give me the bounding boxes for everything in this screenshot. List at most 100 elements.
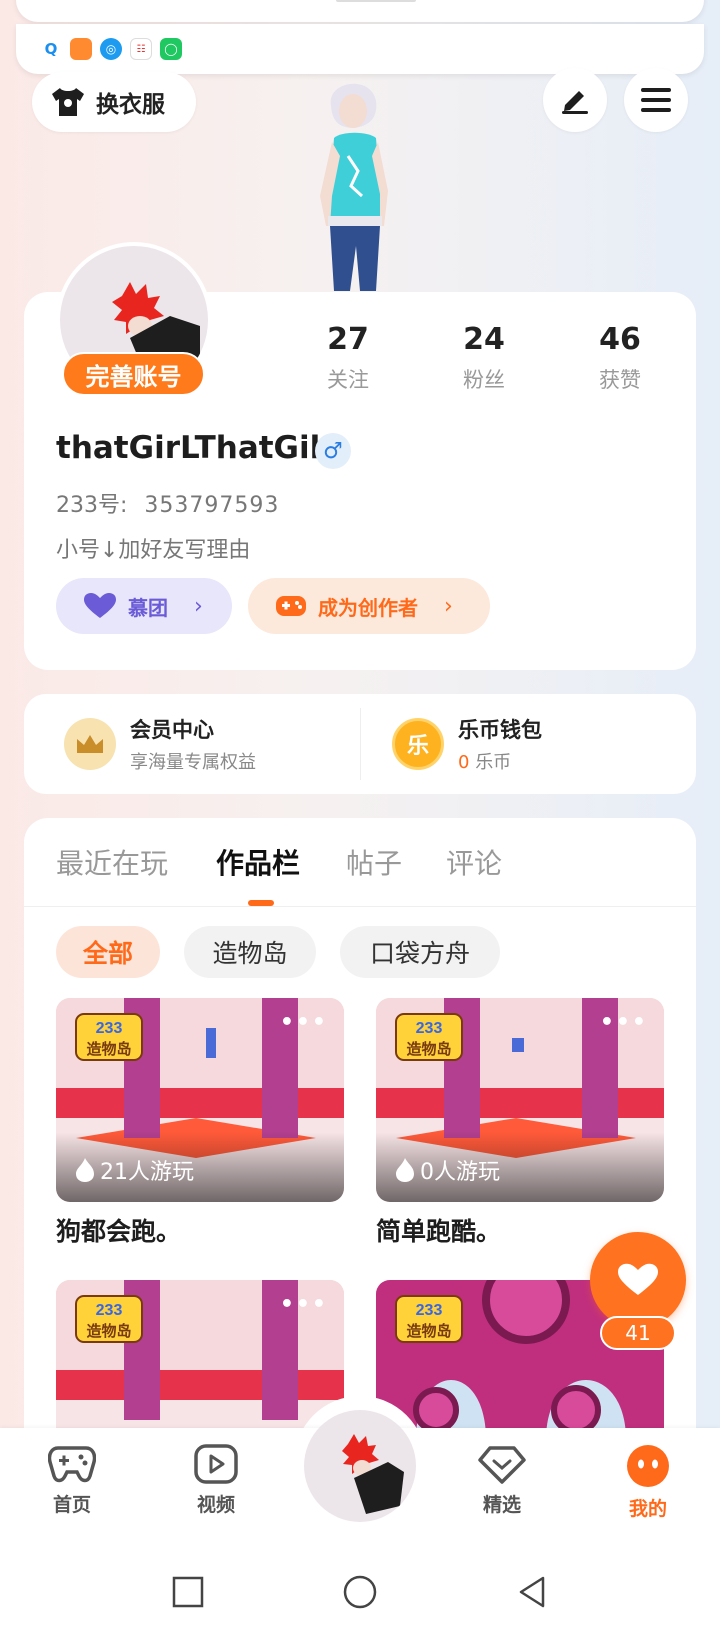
wallet-unit: 乐币 bbox=[475, 752, 512, 773]
stat-number: 46 bbox=[599, 322, 641, 357]
uid-value: 353797593 bbox=[144, 493, 280, 518]
zaowudao-logo: 233 造物岛 bbox=[75, 1295, 143, 1343]
heart-icon bbox=[84, 593, 116, 618]
stat-following[interactable]: 27 关注 bbox=[288, 322, 408, 394]
game-card[interactable]: 233 造物岛 ••• 21人游玩 bbox=[56, 998, 344, 1202]
crown-icon bbox=[64, 718, 116, 770]
complete-account-badge[interactable]: 完善账号 bbox=[62, 352, 205, 396]
nav-video[interactable]: 视频 bbox=[166, 1444, 266, 1517]
more-options-icon[interactable]: ••• bbox=[280, 1292, 328, 1317]
more-options-icon[interactable]: ••• bbox=[280, 1010, 328, 1035]
logo-text-top: 233 bbox=[416, 1020, 443, 1037]
tab-comments[interactable]: 评论 bbox=[446, 842, 502, 882]
triangle-back-icon bbox=[519, 1576, 545, 1608]
more-options-icon[interactable]: ••• bbox=[600, 1010, 648, 1035]
logo-text-top: 233 bbox=[416, 1302, 443, 1319]
vip-center-entry[interactable]: 会员中心 享海量专属权益 bbox=[64, 714, 256, 774]
filter-chip-creation-island[interactable]: 造物岛 bbox=[184, 926, 316, 978]
gamepad-icon bbox=[48, 1446, 96, 1483]
circle-icon bbox=[343, 1575, 377, 1609]
fan-group-button[interactable]: 慕团 › bbox=[56, 578, 232, 634]
divider bbox=[24, 906, 696, 907]
nav-featured-label: 精选 bbox=[482, 1494, 521, 1516]
user-id-row[interactable]: 233号: 353797593 bbox=[56, 487, 279, 519]
logo-text-top: 233 bbox=[96, 1302, 123, 1319]
bio-text: 小号↓加好友写理由 bbox=[56, 538, 251, 563]
stat-label: 关注 bbox=[327, 368, 369, 392]
avatar-image bbox=[342, 1434, 404, 1514]
app-calendar-icon: ☷ bbox=[130, 38, 152, 60]
like-fab-button[interactable] bbox=[590, 1232, 686, 1328]
nav-center-avatar[interactable] bbox=[304, 1410, 416, 1522]
video-play-icon bbox=[194, 1444, 238, 1484]
logo-text-bottom: 造物岛 bbox=[406, 1322, 451, 1340]
coin-icon: 乐 bbox=[392, 718, 444, 770]
zaowudao-logo: 233 造物岛 bbox=[75, 1013, 143, 1061]
nav-home-label: 首页 bbox=[52, 1494, 91, 1516]
square-icon bbox=[172, 1576, 204, 1608]
zaowudao-logo: 233 造物岛 bbox=[395, 1295, 463, 1343]
chevron-right-icon: › bbox=[444, 593, 453, 619]
wechat-icon: ◯ bbox=[160, 38, 182, 60]
play-count-text: 21人游玩 bbox=[100, 1160, 194, 1185]
filter-chip-pocket-ark[interactable]: 口袋方舟 bbox=[340, 926, 500, 978]
wallet-title: 乐币钱包 bbox=[458, 718, 542, 742]
gender-male-icon: ♂ bbox=[315, 433, 351, 469]
stat-label: 粉丝 bbox=[463, 368, 505, 392]
nav-video-label: 视频 bbox=[196, 1494, 235, 1516]
change-outfit-button[interactable]: 换衣服 bbox=[32, 72, 196, 132]
stat-fans[interactable]: 24 粉丝 bbox=[424, 322, 544, 394]
home-button[interactable] bbox=[340, 1572, 380, 1612]
wallet-balance: 0 乐币 bbox=[458, 748, 542, 774]
uid-label: 233号: bbox=[56, 493, 128, 518]
gamepad-icon bbox=[276, 596, 306, 616]
logo-text-bottom: 造物岛 bbox=[86, 1322, 131, 1340]
tab-posts[interactable]: 帖子 bbox=[346, 842, 402, 882]
flame-icon bbox=[76, 1158, 94, 1182]
divider bbox=[360, 708, 361, 780]
heart-icon bbox=[618, 1263, 658, 1295]
drag-handle[interactable] bbox=[336, 0, 416, 2]
become-creator-button[interactable]: 成为创作者 › bbox=[248, 578, 490, 634]
wallet-amount: 0 bbox=[458, 752, 470, 773]
shirt-icon bbox=[52, 88, 84, 116]
edit-profile-button[interactable] bbox=[543, 68, 607, 132]
avatar-character-figure[interactable] bbox=[296, 76, 406, 291]
back-button[interactable] bbox=[512, 1572, 552, 1612]
nav-home[interactable]: 首页 bbox=[22, 1444, 122, 1517]
fan-group-label: 慕团 bbox=[128, 595, 168, 620]
stat-likes[interactable]: 46 获赞 bbox=[560, 322, 680, 394]
heart-diamond-icon bbox=[478, 1446, 526, 1484]
stat-number: 24 bbox=[463, 322, 505, 357]
logo-text-bottom: 造物岛 bbox=[86, 1040, 131, 1058]
pen-icon bbox=[562, 91, 588, 114]
wallet-entry[interactable]: 乐 乐币钱包 0 乐币 bbox=[392, 714, 542, 774]
nav-me-label: 我的 bbox=[628, 1498, 667, 1520]
chevron-right-icon: › bbox=[194, 593, 203, 619]
menu-button[interactable] bbox=[624, 68, 688, 132]
like-count-badge: 41 bbox=[600, 1316, 676, 1350]
nav-featured[interactable]: 精选 bbox=[452, 1444, 552, 1517]
coin-char: 乐 bbox=[406, 734, 429, 759]
flame-icon bbox=[396, 1158, 414, 1182]
recent-apps-button[interactable] bbox=[168, 1572, 208, 1612]
game-title[interactable]: 狗都会跑。 bbox=[56, 1212, 181, 1248]
become-creator-label: 成为创作者 bbox=[318, 595, 418, 620]
tab-works[interactable]: 作品栏 bbox=[216, 842, 300, 882]
browser-icon: ◎ bbox=[100, 38, 122, 60]
app-orange-icon bbox=[70, 38, 92, 60]
status-notification-bar: Q ◎ ☷ ◯ bbox=[16, 24, 704, 74]
nav-me[interactable]: 我的 bbox=[598, 1444, 698, 1521]
play-count: 21人游玩 bbox=[76, 1154, 194, 1186]
notification-shade-edge[interactable] bbox=[16, 0, 704, 22]
me-face-icon bbox=[627, 1445, 669, 1487]
zaowudao-logo: 233 造物岛 bbox=[395, 1013, 463, 1061]
play-count-text: 0人游玩 bbox=[420, 1160, 500, 1185]
game-title[interactable]: 简单跑酷。 bbox=[376, 1212, 501, 1248]
vip-title: 会员中心 bbox=[130, 718, 214, 742]
game-card[interactable]: 233 造物岛 ••• 0人游玩 bbox=[376, 998, 664, 1202]
tab-recently-played[interactable]: 最近在玩 bbox=[56, 842, 168, 882]
vip-subtitle: 享海量专属权益 bbox=[130, 752, 256, 773]
filter-chip-all[interactable]: 全部 bbox=[56, 926, 160, 978]
username: thatGirLThatGih bbox=[56, 430, 332, 466]
